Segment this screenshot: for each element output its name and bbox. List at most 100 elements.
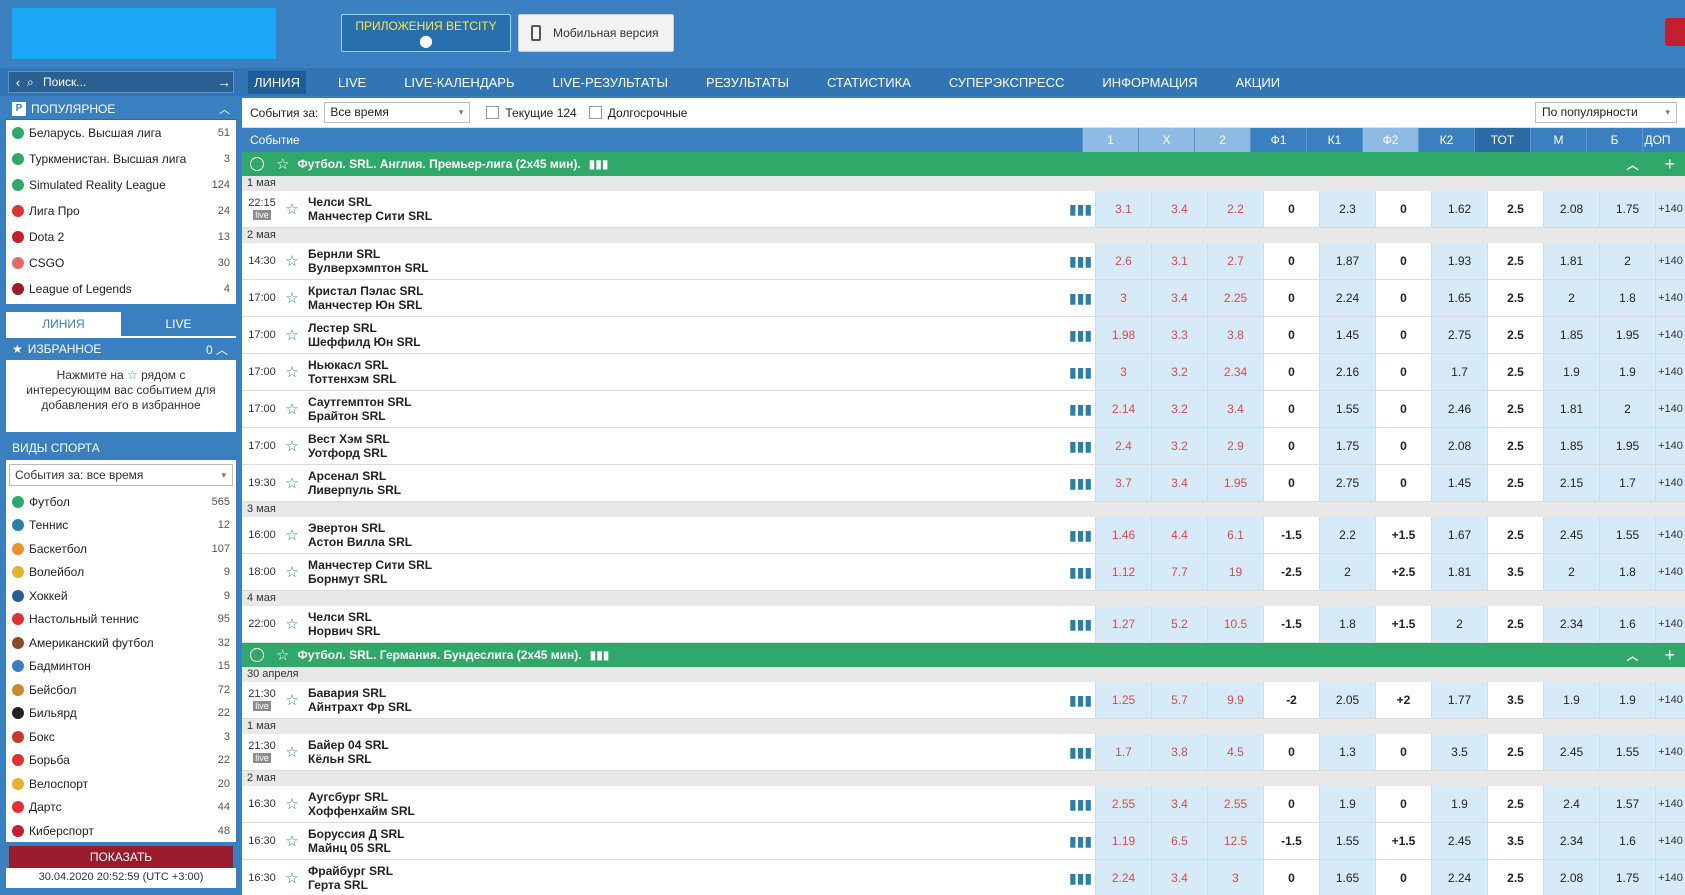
- odd-cell[interactable]: +140: [1655, 191, 1685, 227]
- odd-cell[interactable]: 2: [1319, 554, 1375, 590]
- odd-cell[interactable]: 1.85: [1543, 428, 1599, 464]
- menu-item-4[interactable]: РЕЗУЛЬТАТЫ: [700, 71, 795, 94]
- favorite-star-icon[interactable]: ☆: [282, 795, 302, 813]
- odd-cell[interactable]: 2.5: [1487, 428, 1543, 464]
- odd-cell[interactable]: 1.8: [1319, 606, 1375, 642]
- odd-cell[interactable]: 3.8: [1151, 734, 1207, 770]
- odd-cell[interactable]: 1.6: [1599, 823, 1655, 859]
- odd-cell[interactable]: 2.34: [1543, 823, 1599, 859]
- kinds-item[interactable]: Волейбол 9: [6, 561, 236, 585]
- stats-icon[interactable]: ▮▮▮: [1069, 290, 1092, 307]
- odd-cell[interactable]: 12.5: [1207, 823, 1263, 859]
- odd-cell[interactable]: 2.5: [1487, 354, 1543, 390]
- kinds-item[interactable]: Велоспорт 20: [6, 772, 236, 796]
- odd-cell[interactable]: 2.45: [1543, 734, 1599, 770]
- menu-item-7[interactable]: ИНФОРМАЦИЯ: [1096, 71, 1203, 94]
- apps-button[interactable]: ПРИЛОЖЕНИЯ BETCITY ⬤: [341, 14, 511, 52]
- league-header[interactable]: ☆ Футбол. SRL. Германия. Бундеслига (2x45…: [242, 643, 1685, 667]
- odd-cell[interactable]: 2: [1599, 391, 1655, 427]
- period-select[interactable]: Все время: [324, 102, 471, 123]
- odd-cell[interactable]: 2.45: [1543, 517, 1599, 553]
- stats-icon[interactable]: ▮▮▮: [590, 648, 610, 662]
- odd-cell[interactable]: 0: [1263, 465, 1319, 501]
- odd-cell[interactable]: +1.5: [1375, 606, 1431, 642]
- show-button[interactable]: ПОКАЗАТЬ: [9, 846, 233, 868]
- event-teams[interactable]: Вест Хэм SRL Уотфорд SRL: [302, 432, 1069, 460]
- odd-cell[interactable]: 1.77: [1431, 682, 1487, 718]
- event-teams[interactable]: Бавария SRL Айнтрахт Фр SRL: [302, 686, 1069, 714]
- search-box[interactable]: ‹ ⌕ Поиск... →: [8, 71, 234, 93]
- odd-cell[interactable]: 0: [1263, 734, 1319, 770]
- back-arrow-icon[interactable]: ‹: [9, 75, 27, 90]
- odd-cell[interactable]: 3.4: [1151, 786, 1207, 822]
- odd-cell[interactable]: 1.9: [1599, 354, 1655, 390]
- odd-cell[interactable]: -2.5: [1263, 554, 1319, 590]
- odd-cell[interactable]: +140: [1655, 391, 1685, 427]
- odd-cell[interactable]: +140: [1655, 517, 1685, 553]
- popular-item[interactable]: Лига Про 24: [6, 198, 236, 224]
- odd-cell[interactable]: 1.62: [1431, 191, 1487, 227]
- stats-icon[interactable]: ▮▮▮: [1069, 564, 1092, 581]
- odd-cell[interactable]: +2.5: [1375, 554, 1431, 590]
- menu-item-6[interactable]: СУПЕРЭКСПРЕСС: [943, 71, 1071, 94]
- odd-cell[interactable]: 0: [1263, 860, 1319, 895]
- current-checkbox[interactable]: Текущие 124: [486, 106, 577, 120]
- stats-icon[interactable]: ▮▮▮: [1069, 870, 1092, 887]
- odd-cell[interactable]: 1.7: [1599, 465, 1655, 501]
- favorite-star-icon[interactable]: ☆: [282, 743, 302, 761]
- odd-cell[interactable]: +1.5: [1375, 823, 1431, 859]
- odd-cell[interactable]: 2: [1543, 554, 1599, 590]
- odd-cell[interactable]: 3.4: [1207, 391, 1263, 427]
- odd-cell[interactable]: +140: [1655, 554, 1685, 590]
- event-teams[interactable]: Боруссия Д SRL Майнц 05 SRL: [302, 827, 1069, 855]
- odd-cell[interactable]: 3.3: [1151, 317, 1207, 353]
- chevron-up-icon[interactable]: ︿: [1626, 647, 1638, 664]
- odd-cell[interactable]: 0: [1375, 280, 1431, 316]
- odd-cell[interactable]: 1.9: [1319, 786, 1375, 822]
- popular-item[interactable]: Dota 2 13: [6, 224, 236, 250]
- stats-icon[interactable]: ▮▮▮: [1069, 616, 1092, 633]
- search-input[interactable]: Поиск...: [43, 75, 215, 89]
- event-teams[interactable]: Фрайбург SRL Герта SRL: [302, 864, 1069, 892]
- stats-icon[interactable]: ▮▮▮: [1069, 438, 1092, 455]
- odd-cell[interactable]: 2.24: [1319, 280, 1375, 316]
- odd-cell[interactable]: +1.5: [1375, 517, 1431, 553]
- menu-item-0[interactable]: ЛИНИЯ: [248, 70, 306, 94]
- event-teams[interactable]: Эвертон SRL Астон Вилла SRL: [302, 521, 1069, 549]
- odd-cell[interactable]: 1.98: [1095, 317, 1151, 353]
- odd-cell[interactable]: -1.5: [1263, 517, 1319, 553]
- star-outline-icon[interactable]: ☆: [276, 155, 289, 173]
- odd-cell[interactable]: 2.3: [1319, 191, 1375, 227]
- menu-item-2[interactable]: LIVE-КАЛЕНДАРЬ: [398, 71, 520, 94]
- odd-cell[interactable]: +140: [1655, 243, 1685, 279]
- odd-cell[interactable]: 2.9: [1207, 428, 1263, 464]
- menu-item-8[interactable]: АКЦИИ: [1229, 71, 1286, 94]
- odd-cell[interactable]: 1.81: [1431, 554, 1487, 590]
- kinds-item[interactable]: Футбол 565: [6, 490, 236, 514]
- popular-item[interactable]: Simulated Reality League 124: [6, 172, 236, 198]
- kinds-item[interactable]: Дартс 44: [6, 796, 236, 820]
- star-outline-icon[interactable]: ☆: [276, 646, 289, 664]
- odd-cell[interactable]: 1.19: [1095, 823, 1151, 859]
- odd-cell[interactable]: 0: [1375, 786, 1431, 822]
- favorite-star-icon[interactable]: ☆: [282, 200, 302, 218]
- kinds-item[interactable]: Борьба 22: [6, 749, 236, 773]
- popular-item[interactable]: League of Legends 4: [6, 276, 236, 302]
- stats-icon[interactable]: ▮▮▮: [1069, 475, 1092, 492]
- odd-cell[interactable]: -1.5: [1263, 823, 1319, 859]
- stats-icon[interactable]: ▮▮▮: [1069, 527, 1092, 544]
- odd-cell[interactable]: 5.7: [1151, 682, 1207, 718]
- kinds-item[interactable]: Баскетбол 107: [6, 537, 236, 561]
- odd-cell[interactable]: 1.45: [1431, 465, 1487, 501]
- favorite-star-icon[interactable]: ☆: [282, 437, 302, 455]
- odd-cell[interactable]: 3.2: [1151, 354, 1207, 390]
- popular-item[interactable]: CSGO 30: [6, 250, 236, 276]
- odd-cell[interactable]: 19: [1207, 554, 1263, 590]
- sports-period-select[interactable]: События за: все время: [9, 464, 233, 486]
- site-logo[interactable]: [12, 8, 276, 59]
- menu-item-3[interactable]: LIVE-РЕЗУЛЬТАТЫ: [547, 71, 674, 94]
- odd-cell[interactable]: 1.87: [1319, 243, 1375, 279]
- odd-cell[interactable]: 1.67: [1431, 517, 1487, 553]
- event-teams[interactable]: Челси SRL Норвич SRL: [302, 610, 1069, 638]
- odd-cell[interactable]: 3: [1095, 354, 1151, 390]
